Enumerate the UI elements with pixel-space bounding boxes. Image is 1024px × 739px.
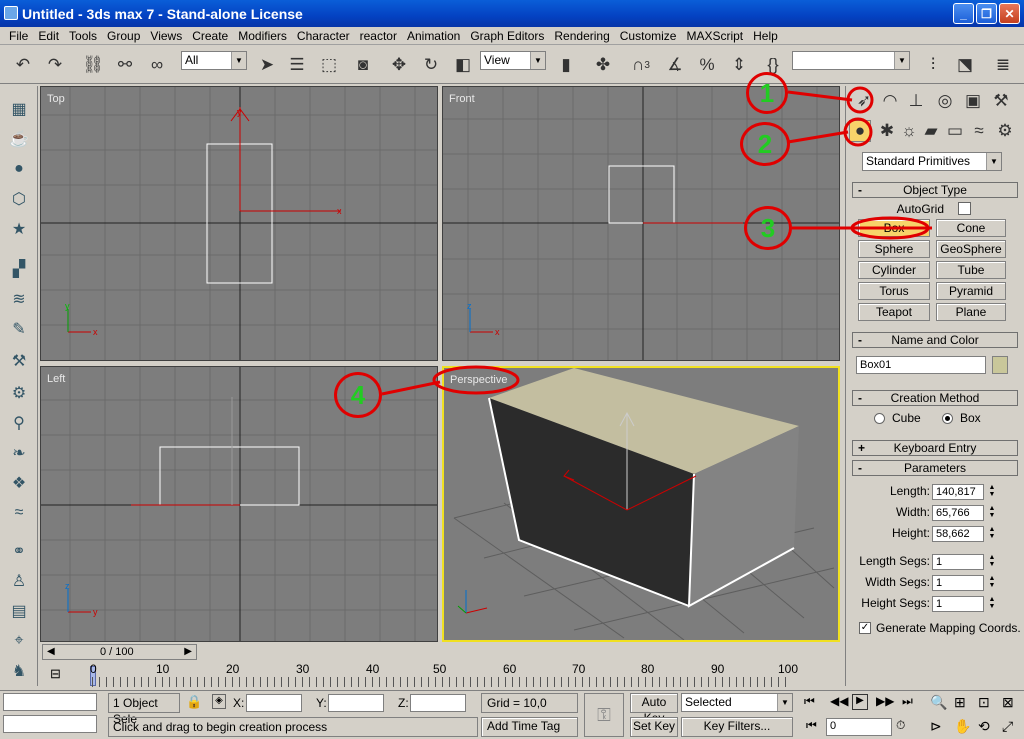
annotation-4: 4 — [334, 372, 382, 418]
annotation-lines — [381, 86, 932, 396]
annotation-2: 2 — [740, 122, 790, 166]
annotation-1: 1 — [746, 72, 788, 114]
annotation-3: 3 — [744, 206, 792, 250]
